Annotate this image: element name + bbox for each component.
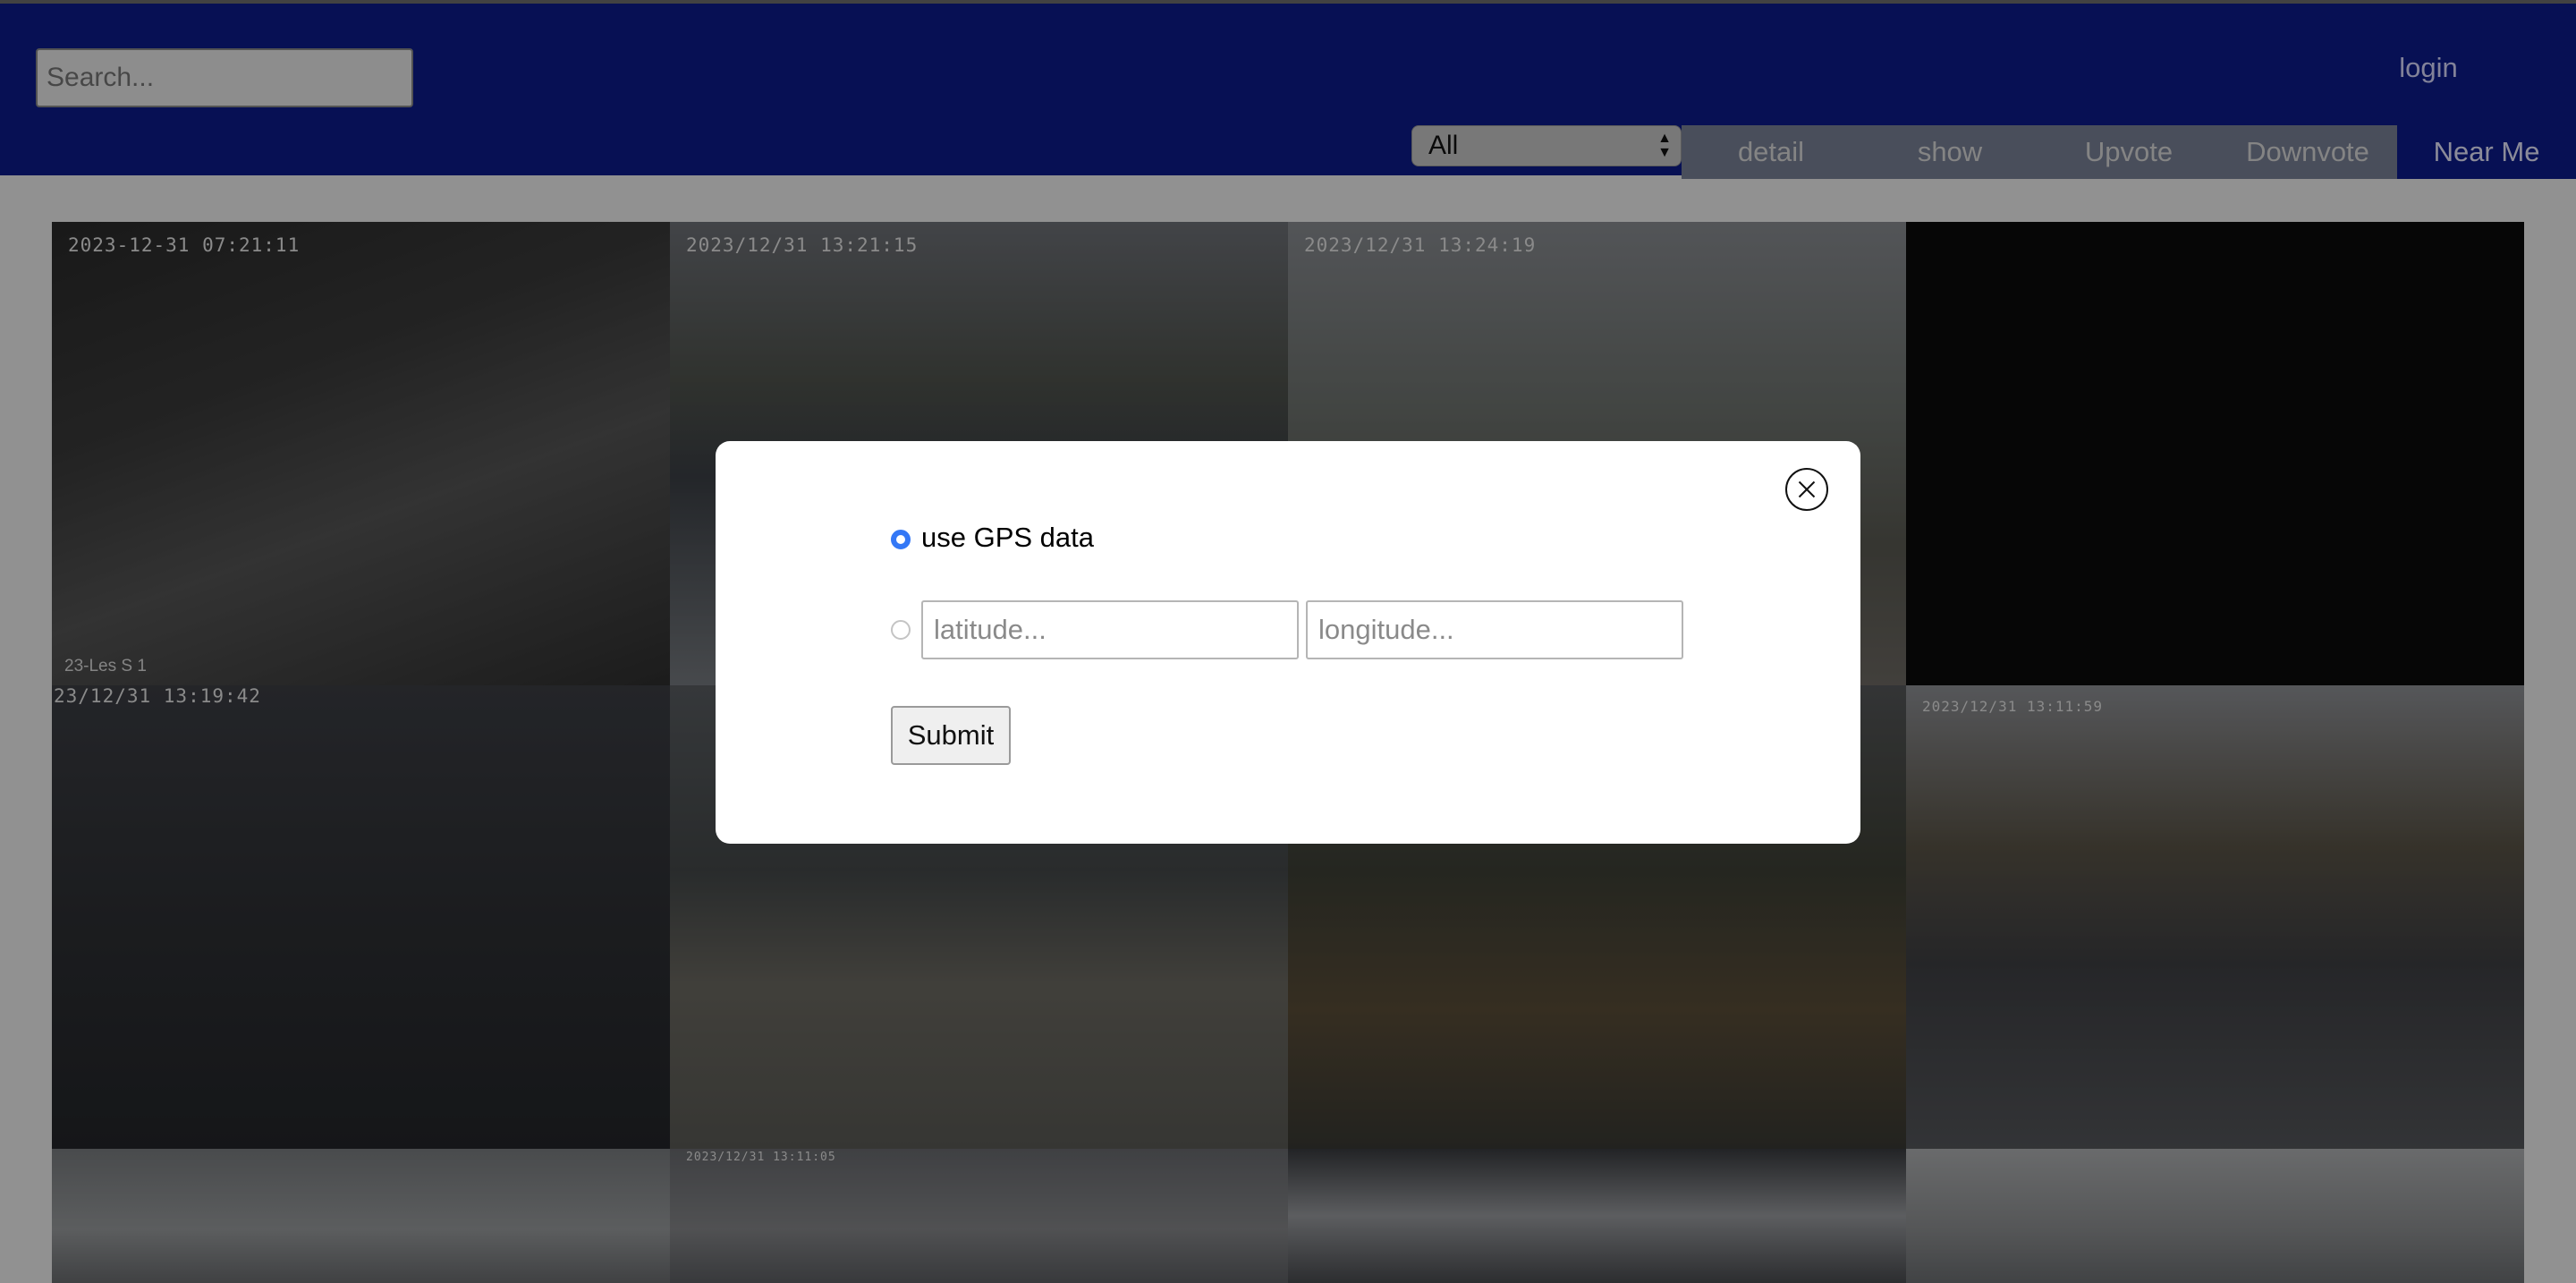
latitude-input[interactable] (921, 600, 1299, 659)
submit-button[interactable]: Submit (891, 706, 1011, 765)
manual-coords-radio[interactable] (891, 620, 911, 640)
location-modal: use GPS data Submit (716, 441, 1860, 844)
gps-radio[interactable] (891, 530, 911, 549)
close-icon[interactable] (1785, 468, 1828, 511)
gps-label: use GPS data (921, 522, 1095, 553)
longitude-input[interactable] (1306, 600, 1683, 659)
page: login All ▲▼ detail show Upvote Downvote… (0, 0, 2576, 1283)
